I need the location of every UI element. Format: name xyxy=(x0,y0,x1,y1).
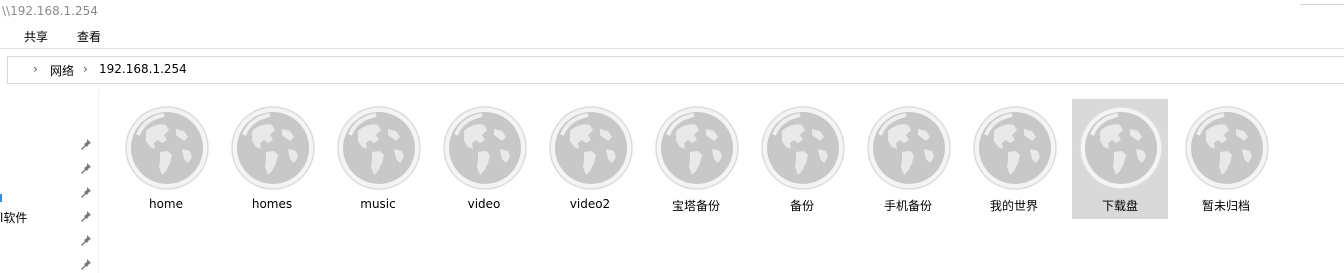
folder-label: home xyxy=(148,197,184,211)
folder-item[interactable]: homes xyxy=(224,99,320,219)
folder-item[interactable]: video2 xyxy=(542,99,638,219)
folder-label: 下载盘 xyxy=(1101,199,1138,213)
network-share-globe-icon xyxy=(972,105,1058,191)
ribbon-divider xyxy=(0,48,1344,49)
window-control-edge xyxy=(1300,0,1344,5)
nav-selection-marker xyxy=(0,194,2,202)
network-share-globe-icon xyxy=(654,105,740,191)
pin-icon[interactable] xyxy=(81,187,91,199)
breadcrumb-host[interactable]: 192.168.1.254 xyxy=(99,62,187,76)
pin-icon[interactable] xyxy=(81,211,91,223)
title-bar: \\192.168.1.254 xyxy=(0,0,1344,24)
network-share-globe-icon xyxy=(1078,105,1164,191)
folder-item[interactable]: home xyxy=(118,99,214,219)
network-share-globe-icon xyxy=(548,105,634,191)
navigation-pane: l软件 xyxy=(0,90,99,273)
folder-item[interactable]: 手机备份 xyxy=(860,99,956,219)
pin-icon[interactable] xyxy=(81,259,91,271)
pin-icon[interactable] xyxy=(81,139,91,151)
pin-icon[interactable] xyxy=(81,235,91,247)
nav-item-label[interactable]: l软件 xyxy=(0,209,27,226)
folder-item[interactable]: 我的世界 xyxy=(966,99,1062,219)
folder-label: 暂未归档 xyxy=(1201,199,1250,213)
folder-label: video2 xyxy=(569,197,611,211)
network-share-globe-icon xyxy=(230,105,316,191)
folder-label: homes xyxy=(251,197,293,211)
breadcrumb-network[interactable]: 网络 xyxy=(50,62,74,79)
pin-icon[interactable] xyxy=(81,163,91,175)
folder-label: music xyxy=(360,197,396,211)
network-share-globe-icon xyxy=(442,105,528,191)
network-share-globe-icon xyxy=(336,105,422,191)
folder-grid: home homes music video video2 宝塔备份 备份 手机… xyxy=(100,90,1344,273)
network-share-globe-icon xyxy=(760,105,846,191)
folder-item[interactable]: 下载盘 xyxy=(1072,99,1168,219)
network-share-globe-icon xyxy=(866,105,952,191)
folder-item[interactable]: music xyxy=(330,99,426,219)
folder-label: video xyxy=(467,197,501,211)
folder-label: 手机备份 xyxy=(883,199,932,213)
tab-share[interactable]: 共享 xyxy=(24,28,48,45)
ribbon-tabs: 共享 查看 xyxy=(0,24,1344,48)
chevron-right-icon[interactable]: › xyxy=(83,62,88,76)
folder-label: 备份 xyxy=(789,199,814,213)
tab-view[interactable]: 查看 xyxy=(77,28,101,45)
network-share-globe-icon xyxy=(1184,105,1270,191)
chevron-right-icon[interactable]: › xyxy=(33,62,38,76)
network-share-globe-icon xyxy=(124,105,210,191)
folder-item[interactable]: video xyxy=(436,99,532,219)
window-title: \\192.168.1.254 xyxy=(2,4,98,18)
folder-label: 宝塔备份 xyxy=(671,199,720,213)
folder-item[interactable]: 备份 xyxy=(754,99,850,219)
folder-item[interactable]: 宝塔备份 xyxy=(648,99,744,219)
folder-label: 我的世界 xyxy=(989,199,1038,213)
address-bar[interactable]: › 网络 › 192.168.1.254 xyxy=(7,56,1344,84)
folder-item[interactable]: 暂未归档 xyxy=(1178,99,1274,219)
